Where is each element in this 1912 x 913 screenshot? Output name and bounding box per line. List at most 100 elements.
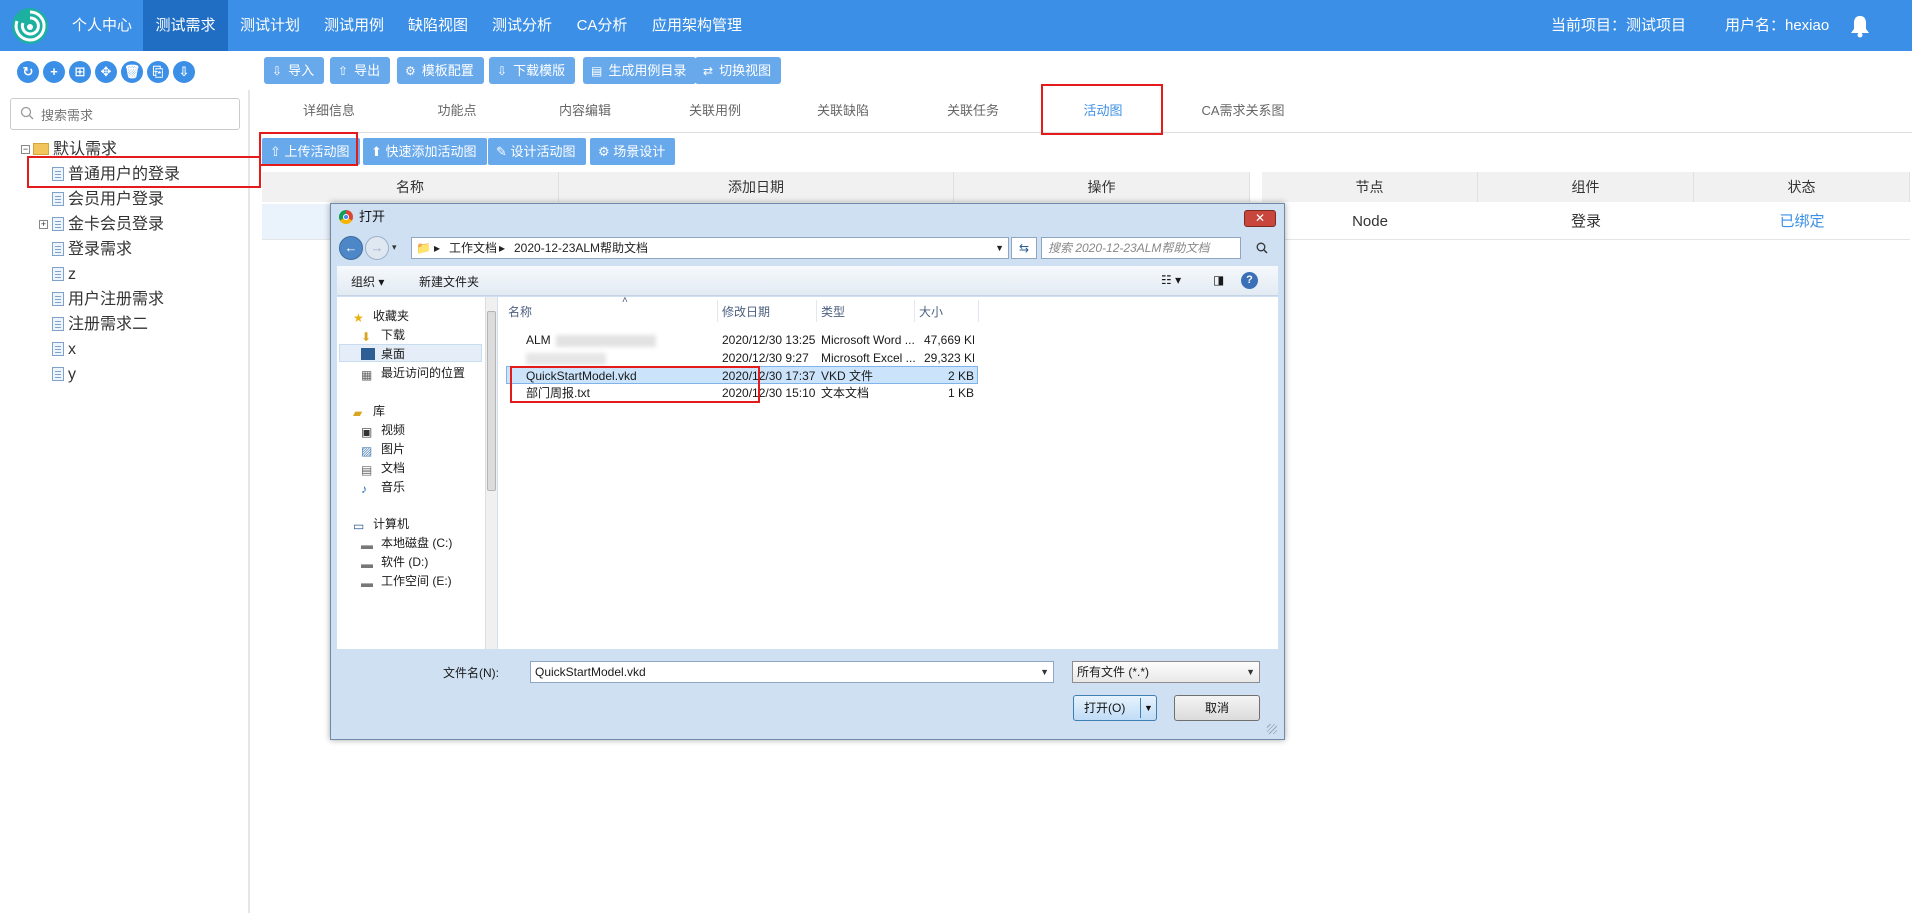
delete-icon[interactable]: 🗑 — [121, 61, 143, 83]
nav-videos[interactable]: ▣ 视频 — [361, 421, 405, 439]
refresh-icon[interactable]: ↻ — [17, 61, 39, 83]
quick-add-activity-diagram-button[interactable]: ⬆ 快速添加活动图 — [363, 138, 487, 165]
column-divider[interactable] — [717, 300, 718, 322]
nav-disk-d[interactable]: ▬ 软件 (D:) — [361, 553, 428, 571]
cancel-button[interactable]: 取消 — [1174, 695, 1260, 721]
column-header-date-modified[interactable]: 修改日期 — [722, 303, 770, 321]
tree-item[interactable]: 注册需求二 — [52, 313, 148, 337]
chevron-down-icon[interactable]: ▾ — [392, 242, 397, 253]
cell-status-link[interactable]: 已绑定 — [1694, 204, 1910, 240]
search-icon[interactable] — [1256, 242, 1268, 254]
tab-linked-tasks[interactable]: 关联任务 — [914, 88, 1032, 133]
chevron-down-icon[interactable]: ▼ — [1144, 696, 1153, 720]
path-breadcrumb[interactable]: 📁 ▸ 工作文档 ▸ 2020-12-23ALM帮助文档 ▼ — [411, 237, 1009, 259]
open-button[interactable]: 打开(O) ▼ — [1073, 695, 1157, 721]
breadcrumb-item[interactable]: 2020-12-23ALM帮助文档 — [514, 238, 648, 258]
nav-item-app-architecture[interactable]: 应用架构管理 — [644, 0, 750, 51]
tab-ca-relation-diagram[interactable]: CA需求关系图 — [1172, 88, 1314, 133]
upload-activity-diagram-button[interactable]: ⇧ 上传活动图 — [262, 138, 360, 165]
nav-pictures[interactable]: ▨ 图片 — [361, 440, 405, 458]
export-button[interactable]: ⇧ 导出 — [330, 57, 391, 84]
tree-item[interactable]: x — [52, 338, 76, 362]
preview-pane-icon[interactable]: ◨ — [1213, 273, 1224, 287]
filetype-select[interactable]: 所有文件 (*.*) ▼ — [1072, 661, 1260, 683]
grid-icon[interactable]: ⊞ — [69, 61, 91, 83]
switch-view-button[interactable]: ⇄ 切换视图 — [695, 57, 782, 84]
tree-item[interactable]: y — [52, 363, 76, 387]
folder-search-input[interactable]: 搜索 2020-12-23ALM帮助文档 — [1041, 237, 1241, 259]
view-options-icon[interactable]: ☷ ▾ — [1161, 273, 1181, 287]
file-row-selected[interactable]: QuickStartModel.vkd 2020/12/30 17:37 VKD… — [506, 366, 978, 384]
nav-music[interactable]: ♪ 音乐 — [361, 478, 405, 496]
nav-item-test-requirements[interactable]: 测试需求 — [143, 0, 228, 51]
file-row[interactable]: 2020/12/30 9:27 Microsoft Excel ... 29,3… — [506, 349, 978, 367]
refresh-icon[interactable]: ⇆ — [1011, 237, 1037, 259]
tree-item[interactable]: 金卡会员登录 — [52, 213, 164, 237]
import-icon[interactable]: ⇩ — [173, 61, 195, 83]
resize-grip-icon[interactable] — [1267, 724, 1277, 734]
nav-item-defect-view[interactable]: 缺陷视图 — [398, 0, 478, 51]
nav-computer[interactable]: ▭ 计算机 — [353, 515, 409, 533]
nav-item-test-analysis[interactable]: 测试分析 — [482, 0, 562, 51]
column-divider[interactable] — [978, 300, 979, 322]
column-divider[interactable] — [914, 300, 915, 322]
nav-disk-e[interactable]: ▬ 工作空间 (E:) — [361, 572, 452, 590]
nav-desktop[interactable]: 桌面 — [339, 344, 482, 362]
chevron-down-icon[interactable]: ▼ — [995, 238, 1004, 258]
nav-recent[interactable]: ▦ 最近访问的位置 — [361, 364, 465, 382]
tab-activity-diagram[interactable]: 活动图 — [1044, 88, 1162, 133]
export-icon[interactable]: ⎘ — [147, 61, 169, 83]
tab-linked-defects[interactable]: 关联缺陷 — [784, 88, 902, 133]
chevron-down-icon[interactable]: ▼ — [1246, 662, 1255, 682]
column-header-type[interactable]: 类型 — [821, 303, 845, 321]
nav-documents[interactable]: ▤ 文档 — [361, 459, 405, 477]
tab-function-points[interactable]: 功能点 — [398, 88, 516, 133]
dialog-title-bar[interactable]: 打开 ✕ — [331, 204, 1284, 230]
generate-catalog-button[interactable]: ▤ 生成用例目录 — [583, 57, 697, 84]
chevron-down-icon[interactable]: ▼ — [1040, 662, 1049, 682]
file-row[interactable]: 部门周报.txt 2020/12/30 15:10 文本文档 1 KB — [506, 384, 978, 402]
help-icon[interactable]: ? — [1241, 272, 1258, 289]
close-icon[interactable]: ✕ — [1244, 210, 1276, 227]
organize-menu[interactable]: 组织 ▾ — [351, 273, 384, 290]
nav-scrollbar[interactable] — [485, 297, 497, 649]
tree-item[interactable]: 普通用户的登录 — [52, 163, 180, 187]
tree-root[interactable]: 默认需求 — [33, 138, 117, 162]
panel-divider[interactable] — [248, 90, 250, 913]
design-activity-diagram-button[interactable]: ✎ 设计活动图 — [488, 138, 586, 165]
requirement-search[interactable] — [10, 98, 240, 130]
breadcrumb-item[interactable]: 工作文档 — [449, 238, 497, 258]
nav-libraries[interactable]: ▰ 库 — [353, 402, 385, 420]
tree-item[interactable]: 会员用户登录 — [52, 188, 164, 212]
nav-item-personal-center[interactable]: 个人中心 — [63, 0, 141, 51]
nav-item-test-cases[interactable]: 测试用例 — [314, 0, 394, 51]
column-header-filename[interactable]: 名称 — [508, 303, 532, 321]
tree-item[interactable]: 用户注册需求 — [52, 288, 164, 312]
tree-item[interactable]: z — [52, 263, 76, 287]
nav-item-test-plan[interactable]: 测试计划 — [230, 0, 310, 51]
nav-downloads[interactable]: ⬇ 下载 — [361, 326, 405, 344]
forward-icon[interactable]: → — [365, 236, 389, 260]
scene-design-button[interactable]: ⚙ 场景设计 — [590, 138, 676, 165]
tab-content-edit[interactable]: 内容编辑 — [526, 88, 644, 133]
column-header-size[interactable]: 大小 — [919, 303, 943, 321]
new-folder-button[interactable]: 新建文件夹 — [419, 273, 479, 290]
add-icon[interactable]: + — [43, 61, 65, 83]
download-template-button[interactable]: ⇩ 下载模版 — [489, 57, 576, 84]
nav-favorites[interactable]: ★ 收藏夹 — [353, 307, 409, 325]
file-row[interactable]: ALM 2020/12/30 13:25 Microsoft Word ... … — [506, 331, 978, 349]
nav-item-ca-analysis[interactable]: CA分析 — [566, 0, 638, 51]
nav-disk-c[interactable]: ▬ 本地磁盘 (C:) — [361, 534, 452, 552]
bell-icon[interactable] — [1849, 14, 1871, 38]
tab-details[interactable]: 详细信息 — [270, 88, 388, 133]
scrollbar-thumb[interactable] — [487, 311, 496, 491]
collapse-toggle[interactable]: − — [21, 145, 30, 154]
filename-input[interactable]: QuickStartModel.vkd ▼ — [530, 661, 1054, 683]
tab-linked-cases[interactable]: 关联用例 — [656, 88, 774, 133]
column-divider[interactable] — [816, 300, 817, 322]
move-icon[interactable]: ✥ — [95, 61, 117, 83]
import-button[interactable]: ⇩ 导入 — [264, 57, 325, 84]
tree-item[interactable]: 登录需求 — [52, 238, 132, 262]
template-config-button[interactable]: ⚙ 模板配置 — [397, 57, 484, 84]
search-input[interactable] — [41, 105, 231, 125]
